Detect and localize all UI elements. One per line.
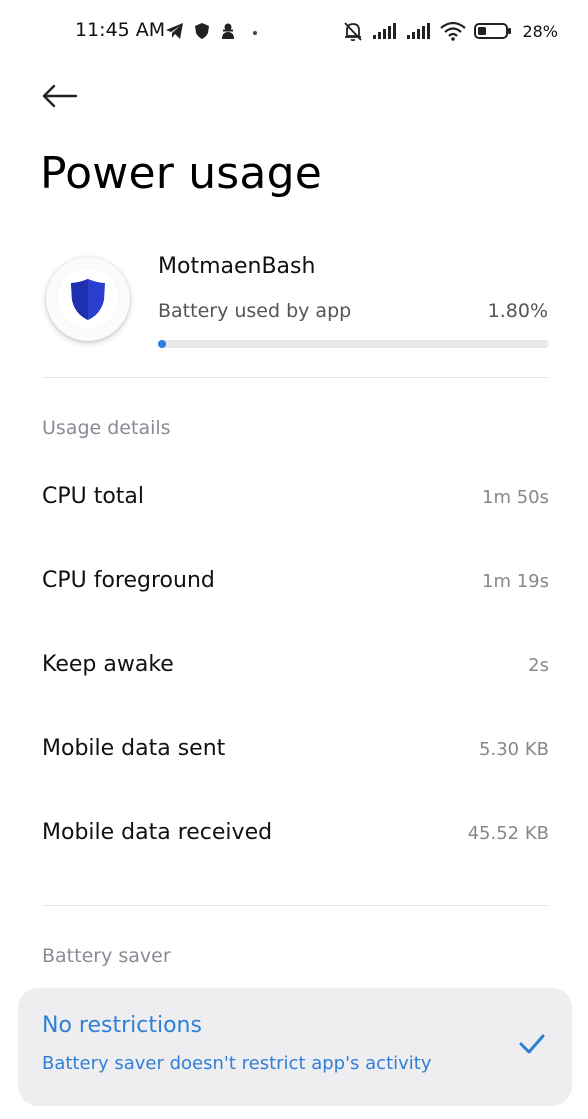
usage-row-mobile-data-sent: Mobile data sent 5.30 KB (42, 736, 549, 776)
incognito-icon (222, 23, 234, 39)
usage-row-label: CPU foreground (42, 568, 215, 593)
usage-row-value: 5.30 KB (479, 739, 549, 760)
battery-percent: 28% (522, 21, 558, 41)
battery-used-label: Battery used by app (158, 300, 352, 322)
usage-row-value: 1m 19s (482, 571, 549, 592)
divider (42, 377, 549, 378)
checkmark-icon (519, 1034, 545, 1054)
usage-row-value: 1m 50s (482, 487, 549, 508)
battery-usage-bar (158, 340, 549, 348)
usage-row-value: 2s (528, 655, 549, 676)
battery-saver-header: Battery saver (42, 945, 171, 967)
telegram-icon (166, 23, 183, 39)
shield-icon (195, 23, 209, 39)
app-name: MotmaenBash (158, 254, 316, 279)
signal-icon (407, 23, 431, 39)
battery-usage-fill (158, 340, 166, 348)
usage-row-label: Mobile data received (42, 820, 273, 845)
usage-row-label: CPU total (42, 484, 145, 509)
usage-row-cpu-foreground: CPU foreground 1m 19s (42, 568, 549, 608)
usage-details-header: Usage details (42, 417, 171, 439)
bell-off-icon (344, 22, 363, 42)
usage-row-value: 45.52 KB (467, 823, 549, 844)
option-subtitle: Battery saver doesn't restrict app's act… (42, 1053, 432, 1074)
battery-used-value: 1.80% (487, 300, 548, 322)
battery-icon (474, 23, 512, 39)
option-title: No restrictions (42, 1013, 202, 1038)
usage-row-label: Mobile data sent (42, 736, 226, 761)
usage-row-keep-awake: Keep awake 2s (42, 652, 549, 692)
back-button[interactable] (40, 80, 80, 112)
status-bar: 11:45 AM 28% (0, 0, 588, 64)
back-arrow-icon (42, 84, 78, 108)
signal-icon (373, 23, 397, 39)
usage-row-cpu-total: CPU total 1m 50s (42, 484, 549, 524)
page-title: Power usage (40, 148, 322, 199)
wifi-icon (440, 21, 467, 41)
usage-row-label: Keep awake (42, 652, 174, 677)
dot-icon (253, 31, 257, 35)
shield-icon (71, 279, 105, 320)
status-right-icons: 28% (342, 20, 558, 42)
divider (42, 905, 549, 906)
status-left-icons (165, 22, 260, 40)
battery-saver-option-no-restrictions[interactable]: No restrictions Battery saver doesn't re… (18, 988, 572, 1106)
status-time: 11:45 AM (75, 19, 166, 41)
app-icon (46, 257, 130, 341)
usage-row-mobile-data-received: Mobile data received 45.52 KB (42, 820, 549, 860)
